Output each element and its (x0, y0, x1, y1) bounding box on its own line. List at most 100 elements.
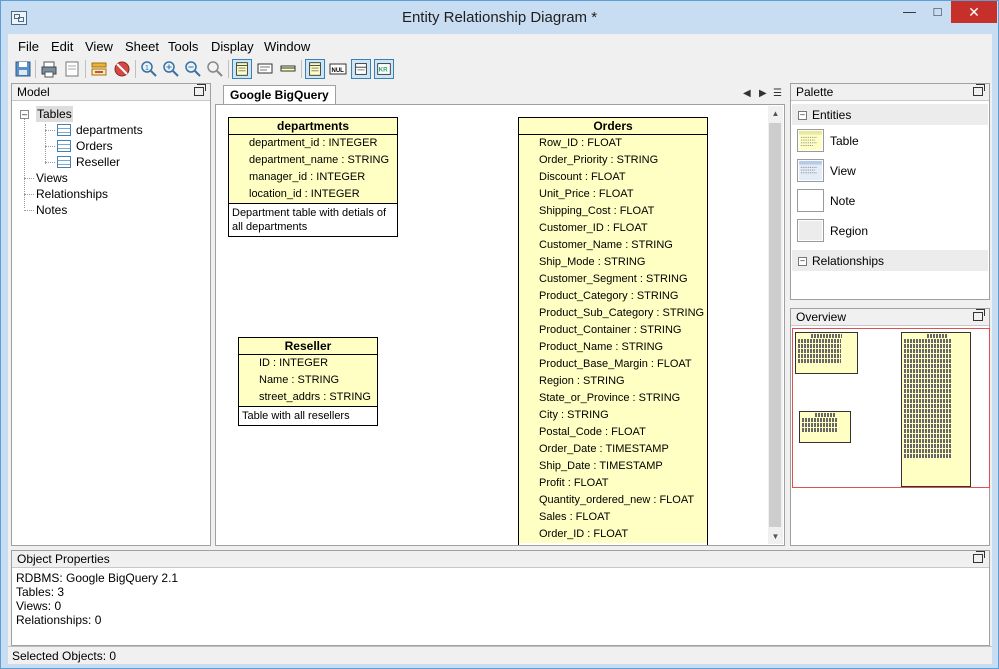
table-view-icon[interactable] (232, 59, 252, 79)
entity-column[interactable]: Product_Container : STRING (519, 322, 707, 339)
menu-edit[interactable]: Edit (51, 39, 73, 54)
tree-label-departments: departments (76, 123, 143, 137)
scroll-thumb[interactable] (769, 123, 781, 527)
tree-label-views: Views (36, 171, 68, 185)
entity-column[interactable]: City : STRING (519, 407, 707, 424)
entity-column[interactable]: Region : STRING (519, 373, 707, 390)
save-icon[interactable] (13, 59, 33, 79)
collapse-icon[interactable]: – (798, 257, 807, 266)
entity-column[interactable]: department_id : INTEGER (229, 135, 397, 152)
palette-label-region: Region (830, 224, 869, 238)
entity-column[interactable]: Ship_Mode : STRING (519, 254, 707, 271)
section-label-entities: Entities (812, 108, 852, 122)
entity-column[interactable]: Product_Base_Margin : FLOAT (519, 356, 707, 373)
palette-item-region[interactable]: Region (797, 219, 987, 245)
properties-icon[interactable] (89, 59, 109, 79)
tab-list-icon[interactable]: ☰ (773, 88, 782, 99)
minimize-button[interactable]: — (896, 1, 923, 23)
null-icon[interactable]: NUL (328, 59, 348, 79)
diagram-canvas[interactable]: departments department_id : INTEGER depa… (215, 104, 785, 546)
maximize-button[interactable]: □ (924, 1, 951, 23)
entity-column[interactable]: Row_ID : FLOAT (519, 135, 707, 152)
restore-icon[interactable] (973, 551, 985, 563)
entity-column[interactable]: Name : STRING (239, 372, 377, 389)
entity-column[interactable]: Quantity_ordered_new : FLOAT (519, 492, 707, 509)
status-bar: Selected Objects: 0 (8, 646, 992, 664)
entity-column[interactable]: Profit : FLOAT (519, 475, 707, 492)
entity-reseller[interactable]: Reseller ID : INTEGER Name : STRING stre… (238, 337, 378, 426)
palette-item-view[interactable]: View (797, 159, 987, 185)
entity-column[interactable]: Product_Category : STRING (519, 288, 707, 305)
entity-column[interactable]: Sales : FLOAT (519, 509, 707, 526)
palette-section-entities[interactable]: – Entities (792, 104, 988, 125)
overview-entity-reseller (799, 411, 851, 443)
page-setup-icon[interactable] (62, 59, 82, 79)
header-view-icon[interactable] (278, 59, 298, 79)
menu-tools[interactable]: Tools (168, 39, 198, 54)
entity-column[interactable]: Ship_Date : TIMESTAMP (519, 458, 707, 475)
tab-google-bigquery[interactable]: Google BigQuery (223, 85, 336, 104)
entity-column[interactable]: Product_Sub_Category : STRING (519, 305, 707, 322)
entity-column[interactable]: Customer_ID : FLOAT (519, 220, 707, 237)
restore-icon[interactable] (973, 309, 985, 321)
entity-column[interactable]: ID : INTEGER (239, 355, 377, 372)
tree-label-reseller: Reseller (76, 155, 121, 169)
restore-icon[interactable] (194, 84, 206, 96)
menu-display[interactable]: Display (211, 39, 254, 54)
entity-column[interactable]: location_id : INTEGER (229, 186, 397, 203)
zoom-out-icon[interactable] (183, 59, 203, 79)
close-button[interactable]: ✕ (951, 1, 997, 23)
key-icon[interactable]: KR (374, 59, 394, 79)
scroll-down-icon[interactable]: ▼ (768, 529, 783, 544)
property-tables: Tables: 3 (16, 585, 65, 599)
entity-title: Orders (519, 118, 707, 135)
entity-column[interactable]: Customer_Segment : STRING (519, 271, 707, 288)
entity-departments[interactable]: departments department_id : INTEGER depa… (228, 117, 398, 237)
entity-column[interactable]: Product_Name : STRING (519, 339, 707, 356)
entity-column[interactable]: Postal_Code : FLOAT (519, 424, 707, 441)
print-icon[interactable] (39, 59, 59, 79)
entity-column[interactable]: State_or_Province : STRING (519, 390, 707, 407)
grid-view-icon[interactable] (305, 59, 325, 79)
menu-sheet[interactable]: Sheet (125, 39, 159, 54)
entity-column[interactable]: Discount : FLOAT (519, 169, 707, 186)
palette-item-table[interactable]: Table (797, 129, 987, 155)
svg-text:1: 1 (145, 65, 149, 72)
region-shape-icon (797, 219, 824, 242)
tab-next-icon[interactable]: ▶ (759, 88, 767, 99)
collapse-icon[interactable]: – (20, 110, 29, 119)
menu-window[interactable]: Window (264, 39, 310, 54)
restore-icon[interactable] (973, 84, 985, 96)
zoom-actual-icon[interactable]: 1 (139, 59, 159, 79)
entity-column[interactable]: Order_Date : TIMESTAMP (519, 441, 707, 458)
property-views: Views: 0 (16, 599, 62, 613)
overview-viewport[interactable] (792, 328, 990, 488)
detail-view-icon[interactable] (351, 59, 371, 79)
entity-column[interactable]: Shipping_Cost : FLOAT (519, 203, 707, 220)
entity-orders[interactable]: Orders Row_ID : FLOAT Order_Priority : S… (518, 117, 708, 545)
collapse-icon[interactable]: – (798, 111, 807, 120)
zoom-fit-icon[interactable] (205, 59, 225, 79)
entity-column[interactable]: department_name : STRING (229, 152, 397, 169)
scroll-up-icon[interactable]: ▲ (768, 106, 783, 121)
entity-column[interactable]: Customer_Name : STRING (519, 237, 707, 254)
title-bar[interactable]: Entity Relationship Diagram * — □ ✕ (1, 1, 998, 34)
vertical-scrollbar[interactable]: ▲ ▼ (768, 106, 783, 544)
entity-column[interactable]: manager_id : INTEGER (229, 169, 397, 186)
palette-item-note[interactable]: Note (797, 189, 987, 215)
entity-column[interactable]: Unit_Price : FLOAT (519, 186, 707, 203)
overview-panel: Overview (790, 308, 990, 546)
palette-panel: Palette – Entities Table View Note Regio… (790, 83, 990, 300)
palette-section-relationships[interactable]: – Relationships (792, 250, 988, 271)
menu-view[interactable]: View (85, 39, 113, 54)
entity-column[interactable]: street_addrs : STRING (239, 389, 377, 406)
tab-prev-icon[interactable]: ◀ (743, 88, 751, 99)
stop-icon[interactable] (112, 59, 132, 79)
entity-column[interactable]: Order_Priority : STRING (519, 152, 707, 169)
menu-file[interactable]: File (18, 39, 39, 54)
palette-label-view: View (830, 164, 856, 178)
compact-view-icon[interactable] (255, 59, 275, 79)
entity-column[interactable]: Order_ID : FLOAT (519, 526, 707, 543)
diagram-tab-bar: Google BigQuery ◀ ▶ ☰ (215, 85, 785, 104)
zoom-in-icon[interactable] (161, 59, 181, 79)
